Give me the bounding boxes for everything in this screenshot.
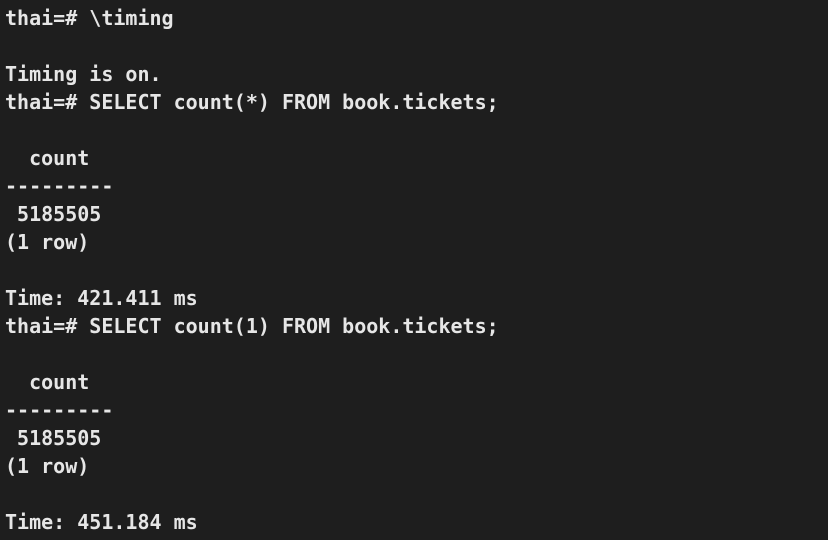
terminal-line-status: Timing is on. [5, 62, 162, 86]
terminal-line-command: thai=# SELECT count(1) FROM book.tickets… [5, 314, 499, 338]
result-separator: --------- [5, 398, 114, 422]
terminal-line-command: thai=# SELECT count(*) FROM book.tickets… [5, 90, 499, 114]
result-separator: --------- [5, 174, 114, 198]
terminal-output: thai=# \timing Timing is on. thai=# SELE… [5, 4, 823, 536]
result-row-count: (1 row) [5, 230, 90, 254]
timing-output: Time: 421.411 ms [5, 286, 198, 310]
result-column-header: count [5, 370, 90, 394]
result-row-count: (1 row) [5, 454, 90, 478]
result-column-header: count [5, 146, 90, 170]
result-value: 5185505 [5, 202, 102, 226]
timing-output: Time: 451.184 ms [5, 510, 198, 534]
terminal-line-command: thai=# \timing [5, 6, 174, 30]
result-value: 5185505 [5, 426, 102, 450]
